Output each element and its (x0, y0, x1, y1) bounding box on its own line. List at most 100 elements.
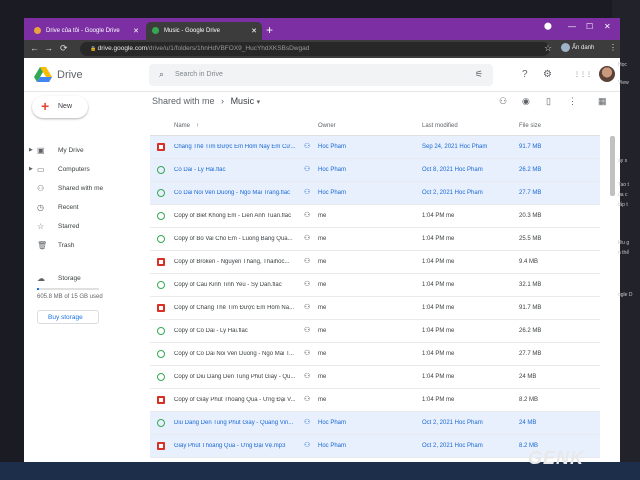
grid-view-icon[interactable]: ▦ (598, 96, 607, 107)
incognito-profile[interactable]: Ẩn danh (561, 43, 603, 55)
table-row[interactable]: Copy of Broken - Nguyen Thang, Thaihoc..… (150, 251, 600, 274)
sidebar-item-storage[interactable]: ☁ Storage (24, 270, 140, 288)
address-bar[interactable]: 🔒 drive.google.com/drive/u/1/folders/1hn… (80, 42, 550, 56)
new-tab-button[interactable]: + (266, 23, 273, 37)
file-name: Co Dai - Ly Hai.flac (174, 167, 226, 173)
desktop-side-text-fragment: ày s (618, 158, 628, 164)
table-row[interactable]: Copy of Biet Khong Em - Lien Anh Tuan.fl… (150, 205, 600, 228)
sidebar-item-starred[interactable]: ☆ Starred (24, 218, 140, 236)
file-owner: Hoc Pham (318, 144, 347, 150)
more-actions-icon[interactable]: ⋮ (568, 96, 577, 107)
shared-people-icon: ⚇ (304, 327, 311, 334)
sidebar-item-label: Starred (58, 223, 80, 230)
plus-icon: + (41, 98, 50, 114)
file-owner: me (318, 259, 327, 265)
trash-icon[interactable]: ▯ (546, 96, 551, 107)
tab-label: Music - Google Drive (164, 28, 221, 34)
shared-people-icon: ⚇ (304, 189, 311, 196)
file-modified: Oct 8, 2021 Hoc Pham (422, 167, 483, 173)
desktop-side-text-fragment: ogle D (618, 292, 633, 298)
sidebar-item-label: Shared with me (58, 185, 104, 192)
table-row[interactable]: Copy of Cau Kinh Tinh Yeu - Sy Dan.flac m… (150, 274, 600, 297)
table-row[interactable]: Chẳng Thể Tìm Được Em Hôm Nay Em Cư... Ho… (150, 136, 600, 159)
file-name: Copy of Co Dai - Ly Hai.flac (174, 328, 248, 334)
file-name: Copy of Co Dai Noi Ven Duong - Ngo Mai T… (174, 351, 294, 357)
table-row[interactable]: Copy of Co Dai Noi Ven Duong - Ngo Mai T… (150, 343, 600, 366)
file-modified: 1:04 PM me (422, 259, 455, 265)
reload-icon[interactable]: ⟳ (60, 43, 68, 54)
file-name: Copy of Chẳng Thể Tìm Được Em Hôm Na... (174, 305, 295, 311)
tab-close-icon[interactable]: ✕ (251, 27, 257, 35)
desktop-side-text-fragment: ủa c (618, 192, 628, 198)
add-people-icon[interactable]: ⚇ (499, 96, 507, 107)
search-options-icon[interactable]: ⚟ (475, 69, 483, 80)
audio-file-icon (157, 373, 165, 381)
expand-arrow-icon[interactable]: ▶ (29, 166, 33, 172)
file-size: 27.7 MB (519, 190, 542, 196)
search-box[interactable]: ⌕ Search in Drive ⚟ (149, 64, 493, 86)
new-button[interactable]: + New (32, 96, 88, 118)
column-last-modified[interactable]: Last modified (422, 123, 458, 129)
file-size: 32.1 MB (519, 282, 542, 288)
table-row[interactable]: Copy of Chẳng Thể Tìm Được Em Hôm Na... m… (150, 297, 600, 320)
minimize-button[interactable]: — (568, 22, 576, 31)
lock-icon: 🔒 (90, 46, 98, 52)
brand-name: Drive (57, 69, 83, 81)
table-row[interactable]: Copy of Co Dai - Ly Hai.flac me 1:04 PM me… (150, 320, 600, 343)
table-row[interactable]: Copy of Diu Dang Den Tung Phut Giay - Qu… (150, 366, 600, 389)
sidebar-item-shared-with-me[interactable]: ⚇ Shared with me (24, 180, 140, 198)
apps-grid-icon[interactable]: ⋮⋮⋮ (574, 71, 592, 78)
column-file-size[interactable]: File size (519, 123, 541, 129)
watermark-text: GENK (528, 448, 585, 468)
column-owner[interactable]: Owner (318, 123, 336, 129)
file-modified: 1:04 PM me (422, 351, 455, 357)
breadcrumb-shared-with-me[interactable]: Shared with me (152, 96, 215, 106)
pdf-file-icon (157, 143, 165, 151)
file-name: Diu Dang Den Tung Phut Giay - Quang Vin.… (174, 420, 294, 426)
forward-arrow-icon[interactable]: → (44, 43, 53, 53)
desktop-side-text: Học View ày s Tao t ủa c tấp t Iêu g n thể ogle … (612, 0, 640, 480)
shared-people-icon: ⚇ (304, 212, 311, 219)
pdf-file-icon (157, 442, 165, 450)
sidebar-item-trash[interactable]: 🗑 Trash (24, 237, 140, 255)
file-name: Co Dai Noi Ven Duong - Ngo Mai Trang.fla… (174, 190, 291, 196)
table-row[interactable]: Diu Dang Den Tung Phut Giay - Quang Vin.… (150, 412, 600, 435)
file-modified: 1:04 PM me (422, 213, 455, 219)
shared-people-icon: ⚇ (304, 304, 311, 311)
file-size: 9.4 MB (519, 259, 539, 265)
expand-arrow-icon[interactable]: ▶ (29, 147, 33, 153)
breadcrumb-music[interactable]: Music (231, 96, 255, 106)
file-size: 26.2 MB (519, 167, 542, 173)
chevron-down-icon[interactable]: ▾ (257, 99, 261, 106)
sidebar: + New ▶ ▣ My Drive ▶ ▭ Computers ⚇ Shared with … (24, 92, 140, 462)
file-name: Giây Phút Thoáng Qua - Ưng Đại Vệ.mp3 (174, 443, 286, 449)
audio-file-icon (157, 281, 165, 289)
sidebar-item-computers[interactable]: ▶ ▭ Computers (24, 161, 140, 179)
genk-watermark: GENK (528, 448, 584, 469)
table-row[interactable]: Copy of Giây Phút Thoáng Qua - Ưng Đại V… (150, 389, 600, 412)
table-row[interactable]: Copy of Bo Vai Cho Em - Luong Bang Qua..… (150, 228, 600, 251)
sidebar-item-recent[interactable]: ◷ Recent (24, 199, 140, 217)
help-icon[interactable]: ? (522, 69, 528, 80)
sort-up-icon[interactable]: ↑ (196, 123, 199, 129)
tab-my-drive[interactable]: Drive của tôi - Google Drive ✕ (28, 22, 144, 40)
search-input[interactable]: Search in Drive (175, 71, 223, 78)
sidebar-item-my-drive[interactable]: ▶ ▣ My Drive (24, 142, 140, 160)
maximize-button[interactable]: ☐ (586, 22, 593, 31)
buy-storage-button[interactable]: Buy storage (37, 310, 99, 324)
sidebar-item-label: My Drive (58, 147, 84, 154)
back-arrow-icon[interactable]: ← (30, 43, 39, 53)
close-window-button[interactable]: ✕ (604, 22, 611, 31)
table-row[interactable]: Co Dai - Ly Hai.flac Hoc Pham Oct 8, 2021 … (150, 159, 600, 182)
tab-music[interactable]: Music - Google Drive ✕ (146, 22, 262, 40)
column-name[interactable]: Name (174, 123, 190, 129)
star-icon[interactable]: ☆ (544, 43, 552, 54)
profile-circle-icon[interactable]: ⬤ (544, 22, 552, 30)
tab-close-icon[interactable]: ✕ (133, 27, 139, 35)
file-size: 25.5 MB (519, 236, 542, 242)
table-row[interactable]: Co Dai Noi Ven Duong - Ngo Mai Trang.fla… (150, 182, 600, 205)
pdf-file-icon (157, 396, 165, 404)
preview-eye-icon[interactable]: ◉ (522, 96, 530, 107)
settings-icon[interactable]: ⚙ (543, 69, 552, 80)
search-icon[interactable]: ⌕ (159, 69, 164, 80)
